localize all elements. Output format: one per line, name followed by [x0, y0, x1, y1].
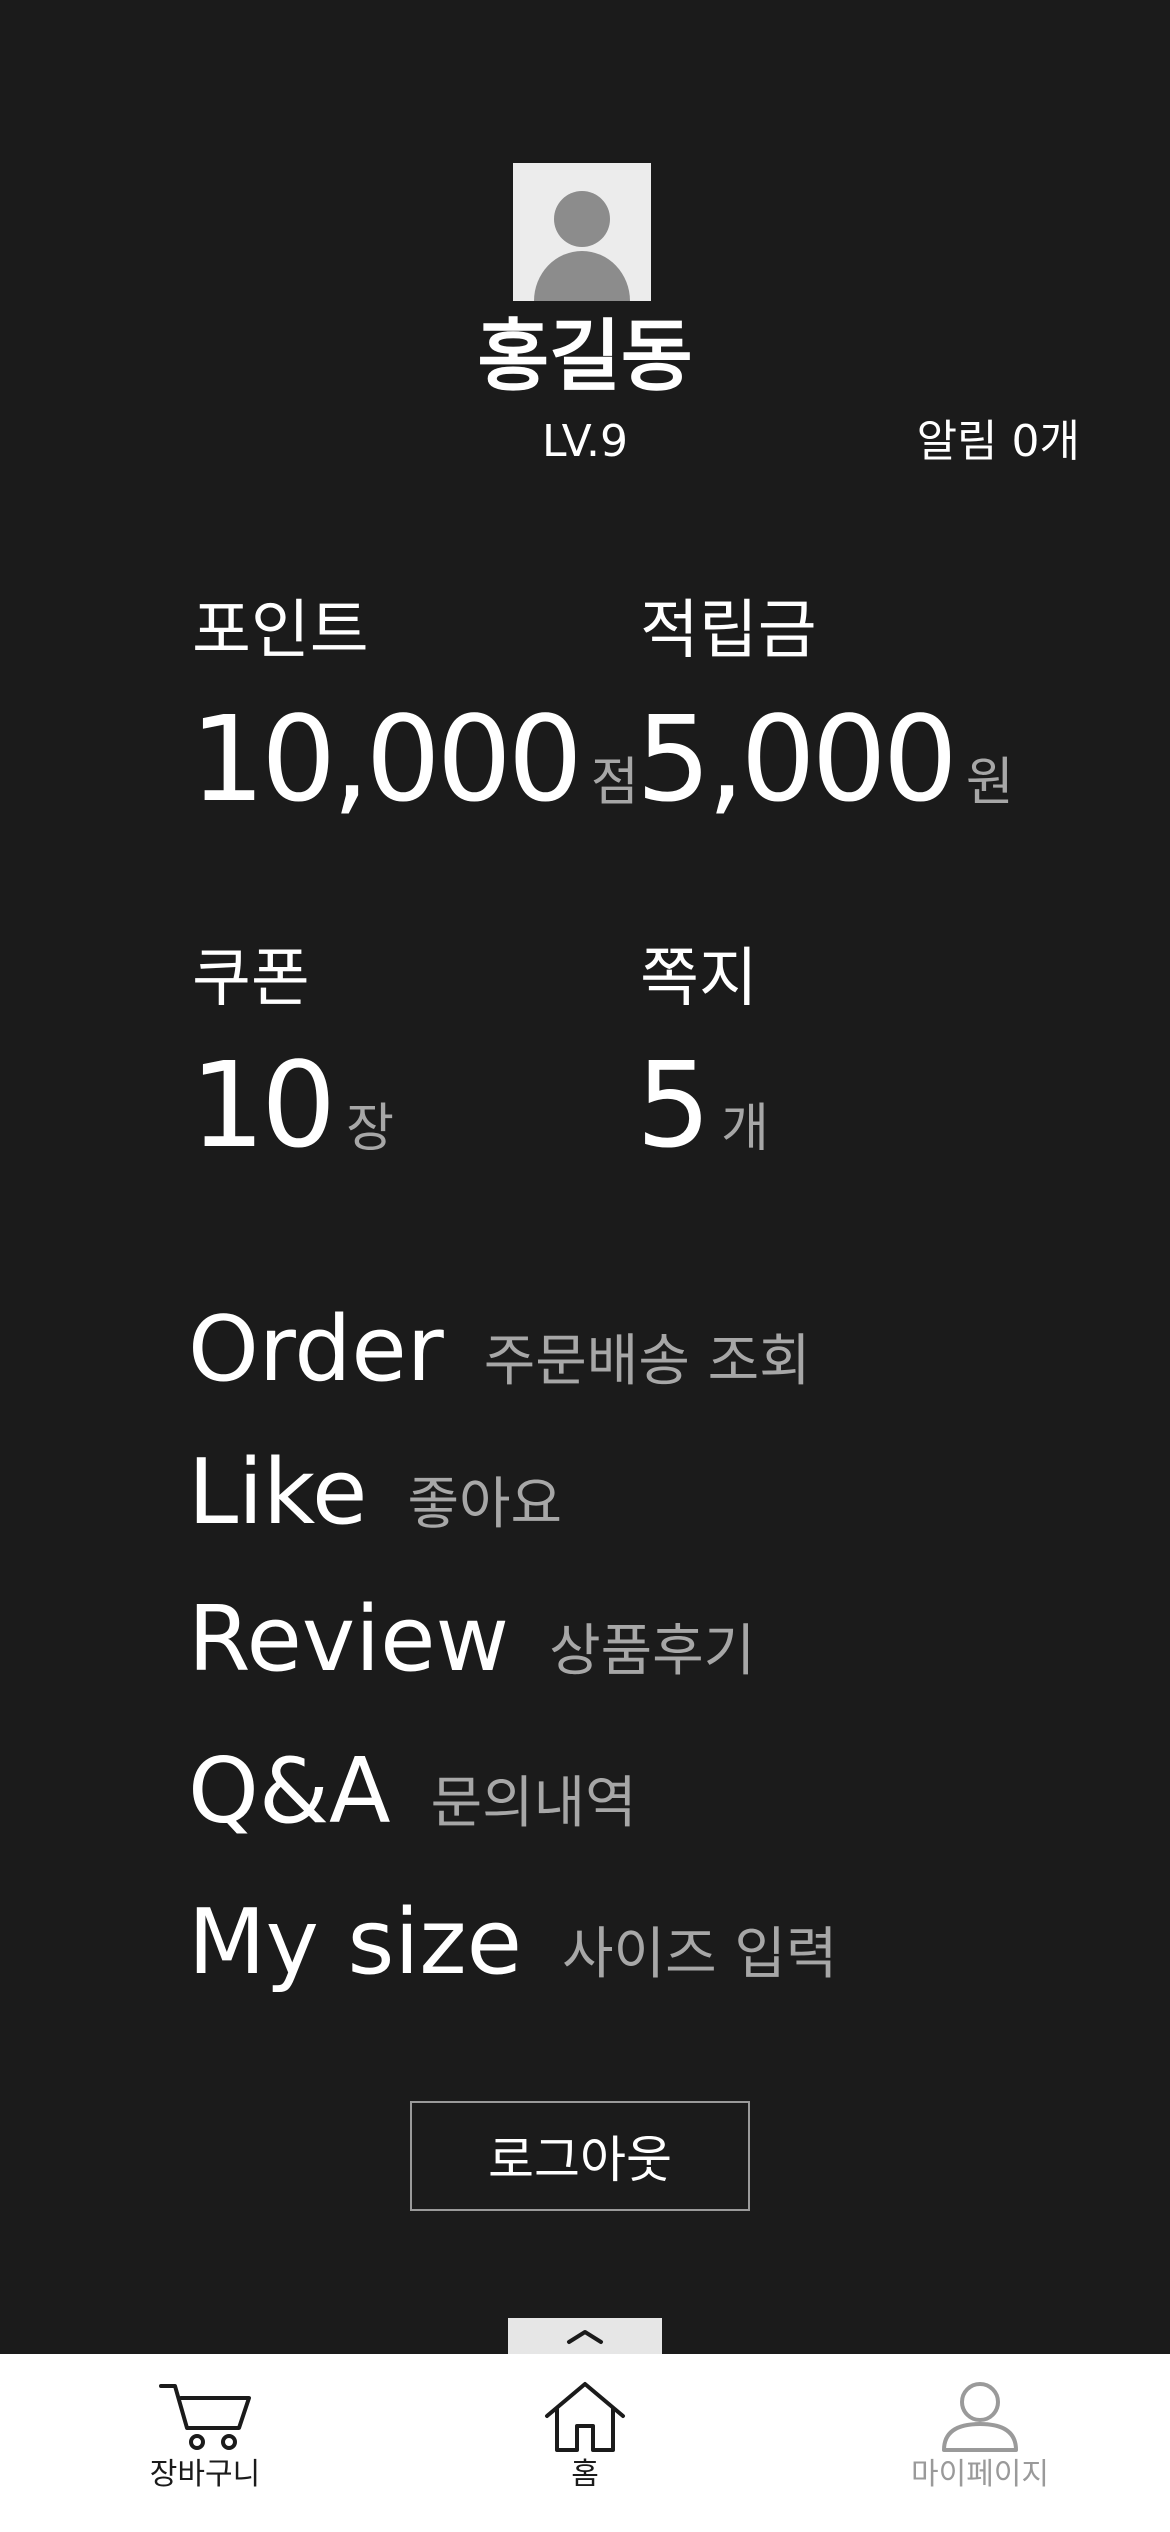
- reserve-unit: 원: [965, 753, 1014, 813]
- menu-review-title: Review: [188, 1587, 510, 1692]
- points-stat[interactable]: 10,000 점: [190, 700, 639, 818]
- menu-qna[interactable]: Q&A 문의내역: [188, 1742, 1088, 1841]
- message-unit: 개: [721, 1099, 769, 1159]
- nav-cart-label: 장바구니: [149, 2457, 261, 2492]
- user-icon: [942, 2382, 1018, 2452]
- points-value: 10,000: [190, 690, 583, 828]
- nav-cart[interactable]: 장바구니: [130, 2354, 280, 2532]
- cart-icon: [159, 2384, 251, 2450]
- menu-qna-title: Q&A: [188, 1739, 391, 1844]
- coupon-label: 쿠폰: [192, 942, 310, 1016]
- chevron-up-icon: [567, 2330, 603, 2344]
- message-stat[interactable]: 5 개: [636, 1046, 769, 1164]
- menu-like-subtitle: 좋아요: [407, 1472, 562, 1537]
- nav-mypage-label: 마이페이지: [911, 2457, 1049, 2492]
- menu-my-size[interactable]: My size 사이즈 입력: [188, 1893, 1088, 1992]
- menu-order[interactable]: Order 주문배송 조회: [188, 1300, 1088, 1399]
- menu-my-size-title: My size: [188, 1890, 523, 1995]
- menu-review-subtitle: 상품후기: [549, 1619, 756, 1684]
- reserve-stat[interactable]: 5,000 원: [636, 700, 1014, 818]
- menu-qna-subtitle: 문의내역: [430, 1771, 637, 1836]
- message-value: 5: [636, 1036, 711, 1174]
- notification-count[interactable]: 알림 0개: [900, 417, 1080, 466]
- reserve-value: 5,000: [636, 690, 958, 828]
- coupon-stat[interactable]: 10 장: [190, 1046, 394, 1164]
- menu-my-size-subtitle: 사이즈 입력: [562, 1922, 838, 1987]
- coupon-unit: 장: [346, 1099, 394, 1159]
- menu-order-subtitle: 주문배송 조회: [483, 1329, 811, 1394]
- menu-like[interactable]: Like 좋아요: [188, 1443, 1088, 1542]
- logout-button[interactable]: 로그아웃: [410, 2101, 750, 2211]
- avatar[interactable]: [513, 163, 651, 301]
- user-name: 홍길동: [477, 312, 693, 402]
- user-level: LV.9: [541, 416, 629, 467]
- points-unit: 점: [590, 753, 639, 813]
- coupon-value: 10: [190, 1036, 336, 1174]
- menu-review[interactable]: Review 상품후기: [188, 1590, 1088, 1689]
- points-label: 포인트: [192, 594, 369, 668]
- collapse-handle[interactable]: [508, 2318, 662, 2354]
- nav-mypage[interactable]: 마이페이지: [890, 2354, 1070, 2532]
- nav-home-label: 홈: [571, 2457, 599, 2492]
- menu-order-title: Order: [188, 1297, 444, 1402]
- nav-home[interactable]: 홈: [520, 2354, 650, 2532]
- bottom-nav: 장바구니 홈 마이페이지: [0, 2354, 1170, 2532]
- reserve-label: 적립금: [640, 594, 817, 668]
- message-label: 쪽지: [640, 942, 758, 1016]
- default-avatar-icon: [534, 191, 630, 301]
- menu-like-title: Like: [188, 1440, 368, 1545]
- home-icon: [545, 2382, 625, 2452]
